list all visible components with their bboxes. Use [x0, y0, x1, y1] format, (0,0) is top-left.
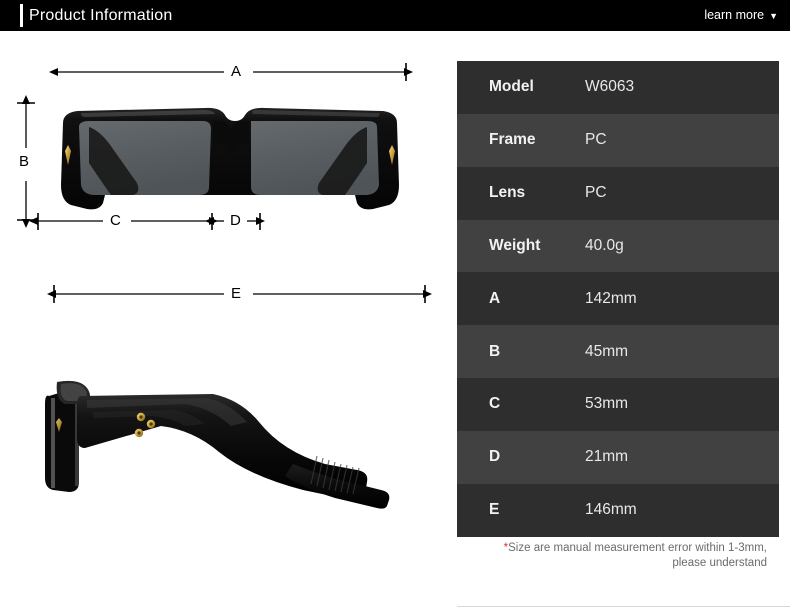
spec-value: 21mm: [585, 448, 629, 466]
spec-label: Weight: [489, 236, 541, 254]
spec-value: 53mm: [585, 395, 629, 413]
spec-label: B: [489, 342, 501, 360]
learn-more-label: learn more: [704, 8, 765, 22]
header-accent-bar: [20, 4, 23, 27]
spec-value: PC: [585, 131, 607, 149]
spec-label: A: [489, 289, 501, 307]
spec-label: D: [489, 448, 501, 466]
page-header: Product Information learn more ▼: [0, 0, 790, 31]
spec-label: Lens: [489, 184, 526, 202]
page-title: Product Information: [29, 7, 173, 24]
spec-value: 45mm: [585, 342, 629, 360]
spec-label: C: [489, 395, 501, 413]
disclaimer-line-2: please understand: [672, 557, 767, 569]
spec-label: Frame: [489, 131, 536, 149]
table-row: Model W6063: [457, 61, 779, 114]
learn-more-button[interactable]: learn more ▼: [704, 0, 778, 31]
spec-value: W6063: [585, 78, 635, 96]
sunglasses-front-view: [61, 107, 399, 210]
dimension-diagram-panel: A B C D E: [0, 31, 457, 607]
measurement-disclaimer: *Size are manual measurement error withi…: [457, 541, 779, 571]
sunglasses-side-view: [45, 380, 390, 509]
spec-value: PC: [585, 184, 607, 202]
product-information-page: Product Information learn more ▼ A B C D…: [0, 0, 790, 607]
spec-value: 142mm: [585, 289, 637, 307]
dimension-label-a: A: [226, 64, 247, 79]
spec-label: Model: [489, 78, 534, 96]
table-row: C 53mm: [457, 378, 779, 431]
chevron-down-icon: ▼: [769, 11, 778, 21]
table-row: Frame PC: [457, 113, 779, 167]
spec-value: 146mm: [585, 501, 637, 519]
table-row: E 146mm: [457, 483, 779, 537]
table-row: A 142mm: [457, 272, 779, 326]
table-row: B 45mm: [457, 325, 779, 379]
disclaimer-line-1: Size are manual measurement error within…: [508, 542, 767, 554]
table-row: Weight 40.0g: [457, 219, 779, 273]
spec-label: E: [489, 501, 500, 519]
dimension-label-e: E: [226, 286, 247, 301]
spec-value: 40.0g: [585, 236, 624, 254]
dimension-label-b: B: [14, 154, 35, 169]
table-row: Lens PC: [457, 166, 779, 220]
table-row: D 21mm: [457, 430, 779, 484]
specification-table: Model W6063 Frame PC Lens PC Weight 40.0…: [457, 61, 779, 537]
